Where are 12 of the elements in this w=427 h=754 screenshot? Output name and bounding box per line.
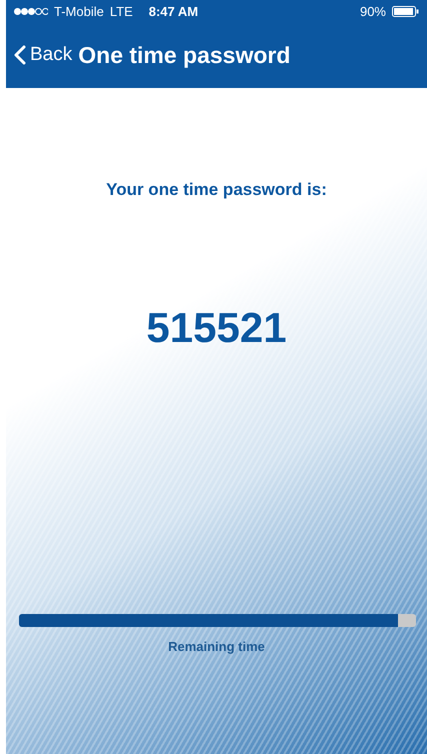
battery-percent: 90% (360, 4, 386, 18)
back-button[interactable]: Back (14, 44, 72, 66)
screen-title: One time password (78, 42, 290, 68)
chevron-icon (14, 45, 26, 65)
clock-label: 8:47 AM (148, 4, 198, 18)
network-label: LTE (110, 4, 133, 18)
carrier-label: T-Mobile (54, 4, 104, 18)
remaining-time-label: Remaining time (168, 639, 265, 654)
password-prompt: Your one time password is: (106, 180, 327, 200)
battery-icon (392, 6, 419, 16)
password-code: 515521 (146, 304, 287, 352)
signal-icon (14, 8, 48, 14)
